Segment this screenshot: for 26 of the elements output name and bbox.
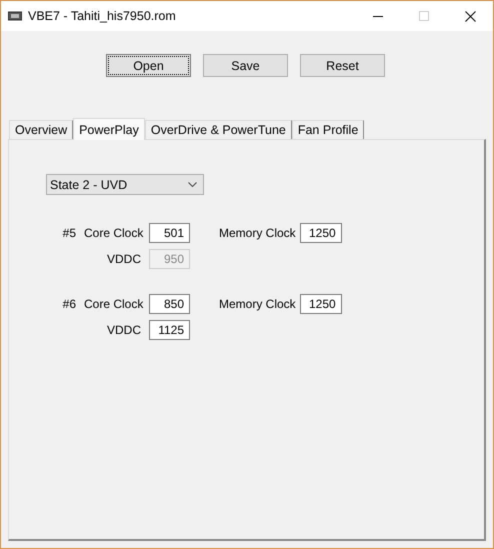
action-button[interactable]: Reset bbox=[300, 54, 385, 77]
core-clock-label: Core Clock bbox=[84, 226, 141, 240]
vddc-label: VDDC bbox=[106, 252, 141, 266]
memory-clock-field[interactable]: 1250 bbox=[300, 223, 342, 243]
tab[interactable]: Overview bbox=[9, 120, 74, 139]
memory-clock-field[interactable]: 1250 bbox=[300, 294, 342, 314]
state-number: #6 bbox=[62, 297, 76, 311]
close-icon bbox=[464, 10, 476, 22]
memory-clock-label: Memory Clock bbox=[219, 226, 296, 240]
memory-clock-label: Memory Clock bbox=[219, 297, 296, 311]
vddc-field[interactable]: 1125 bbox=[149, 320, 190, 340]
core-clock-label: Core Clock bbox=[84, 297, 141, 311]
window-title: VBE7 - Tahiti_his7950.rom bbox=[28, 9, 177, 23]
core-clock-field[interactable]: 501 bbox=[149, 223, 190, 243]
tab[interactable]: PowerPlay bbox=[73, 118, 145, 140]
maximize-icon bbox=[419, 11, 429, 21]
state-number: #5 bbox=[62, 226, 76, 240]
action-button[interactable]: Save bbox=[203, 54, 288, 77]
tab[interactable]: OverDrive & PowerTune bbox=[144, 120, 292, 139]
state-dropdown[interactable]: State 2 - UVD bbox=[46, 174, 204, 195]
chip-icon bbox=[8, 11, 22, 21]
chevron-down-icon bbox=[188, 182, 197, 187]
tab[interactable]: Fan Profile bbox=[292, 120, 364, 139]
vddc-label: VDDC bbox=[106, 323, 141, 337]
core-clock-field[interactable]: 850 bbox=[149, 294, 190, 314]
action-button[interactable]: Open bbox=[106, 54, 191, 77]
